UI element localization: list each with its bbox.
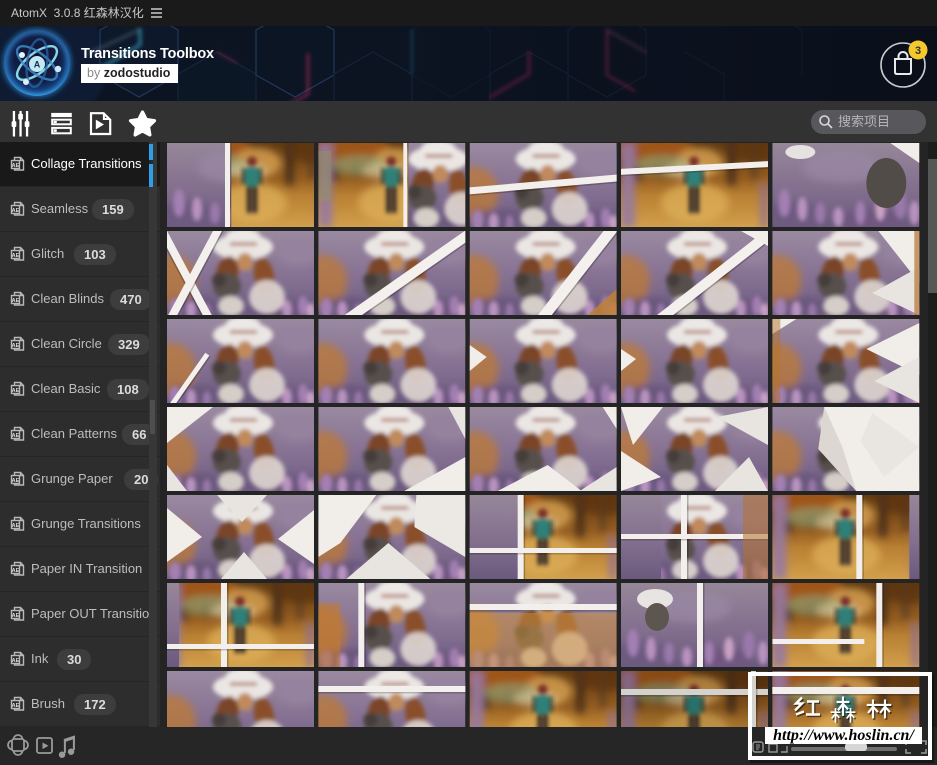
svg-text:AE: AE — [12, 298, 20, 304]
svg-text:AE: AE — [12, 568, 20, 574]
svg-text:AE: AE — [12, 658, 20, 664]
svg-text:AE: AE — [12, 208, 20, 214]
svg-text:AE: AE — [12, 253, 20, 259]
svg-text:AE: AE — [12, 163, 20, 169]
svg-text:AE: AE — [12, 613, 20, 619]
svg-text:AE: AE — [12, 388, 20, 394]
svg-text:A: A — [34, 60, 41, 70]
svg-text:AE: AE — [12, 523, 20, 529]
svg-text:3: 3 — [915, 45, 921, 57]
svg-text:AE: AE — [12, 433, 20, 439]
svg-text:AE: AE — [12, 343, 20, 349]
svg-text:AE: AE — [12, 703, 20, 709]
svg-text:AE: AE — [12, 478, 20, 484]
